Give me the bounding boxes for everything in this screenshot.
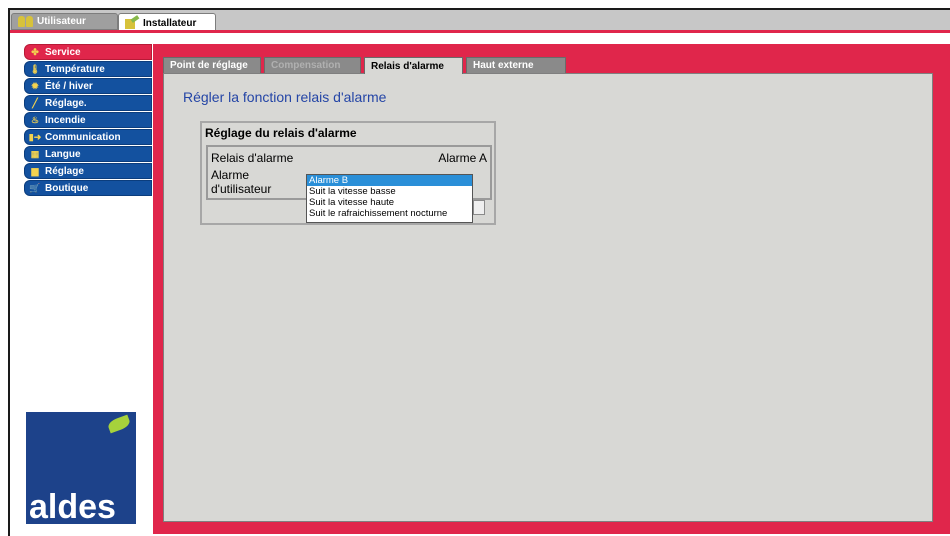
- sidebar-item-label: Communication: [45, 131, 121, 143]
- sidebar-item-label: Réglage: [45, 165, 84, 177]
- tab-label: Haut externe: [473, 60, 534, 71]
- sidebar-nav: ✤ Service 🌡 Température ✹ Été / hiver ╱ …: [24, 44, 152, 197]
- sidebar-item-label: Température: [45, 63, 105, 75]
- thermometer-icon: 🌡: [29, 63, 41, 74]
- settings-icon: ▆: [31, 165, 39, 176]
- sidebar-item-ete-hiver[interactable]: ✹ Été / hiver: [24, 78, 152, 94]
- sidebar-item-langue[interactable]: ▦ Langue: [24, 146, 152, 162]
- sidebar-item-boutique[interactable]: 🛒 Boutique: [24, 180, 152, 196]
- communication-icon: ▮➜: [28, 131, 42, 142]
- window-left-border: [8, 8, 10, 536]
- sidebar-item-label: Réglage.: [45, 97, 87, 109]
- dropdown-option[interactable]: Suit le rafraichissement nocturne: [307, 208, 472, 219]
- service-icon: ✤: [31, 46, 39, 57]
- wrench-icon: ╱: [32, 97, 38, 108]
- tab-haut-externe[interactable]: Haut externe: [466, 57, 566, 73]
- dropdown-option[interactable]: Suit la vitesse basse: [307, 186, 472, 197]
- tab-utilisateur-label: Utilisateur: [37, 16, 86, 27]
- tab-installateur-label: Installateur: [143, 17, 197, 29]
- language-icon: ▦: [30, 148, 40, 159]
- sun-icon: ✹: [31, 80, 39, 91]
- relais-value: Alarme A: [438, 151, 487, 165]
- sidebar-item-temperature[interactable]: 🌡 Température: [24, 61, 152, 77]
- tab-point-de-reglage[interactable]: Point de réglage: [163, 57, 261, 73]
- sidebar-item-label: Été / hiver: [45, 80, 93, 92]
- sidebar-item-communication[interactable]: ▮➜ Communication: [24, 129, 152, 145]
- dropdown-option[interactable]: Alarme B: [307, 175, 472, 186]
- sidebar-item-incendie[interactable]: ♨ Incendie: [24, 112, 152, 128]
- sidebar-item-label: Langue: [45, 148, 81, 160]
- user-alarm-label-line2: d'utilisateur: [211, 182, 272, 196]
- cart-icon: 🛒: [29, 182, 41, 193]
- page-title: Régler la fonction relais d'alarme: [183, 89, 387, 105]
- user-alarm-label-line1: Alarme: [211, 168, 250, 182]
- logo-text: aldes: [29, 488, 116, 526]
- apply-button[interactable]: [473, 200, 485, 215]
- tab-label: Compensation: [271, 60, 341, 71]
- group-title: Réglage du relais d'alarme: [205, 126, 357, 140]
- sidebar-item-label: Service: [45, 46, 81, 58]
- fire-icon: ♨: [30, 114, 40, 125]
- relais-label: Relais d'alarme: [211, 151, 294, 165]
- header-accent-line: [10, 30, 950, 33]
- sidebar-item-label: Boutique: [45, 182, 89, 194]
- user-alarm-dropdown[interactable]: Alarme B Suit la vitesse basse Suit la v…: [306, 174, 473, 223]
- tab-label: Relais d'alarme: [371, 60, 444, 72]
- user-alarm-label: Alarme d'utilisateur: [211, 168, 271, 196]
- aldes-logo: aldes: [26, 412, 136, 526]
- leaf-icon: [106, 414, 132, 434]
- dropdown-option[interactable]: Suit la vitesse haute: [307, 197, 472, 208]
- tab-label: Point de réglage: [170, 60, 248, 71]
- tab-utilisateur[interactable]: Utilisateur: [11, 13, 118, 30]
- users-icon: [18, 16, 33, 27]
- installer-icon: [125, 17, 139, 29]
- sidebar-item-service[interactable]: ✤ Service: [24, 44, 152, 60]
- sidebar-item-reglage-dot[interactable]: ╱ Réglage.: [24, 95, 152, 111]
- tab-relais-d-alarme[interactable]: Relais d'alarme: [364, 57, 463, 74]
- sidebar-item-label: Incendie: [45, 114, 86, 126]
- sidebar-item-reglage[interactable]: ▆ Réglage: [24, 163, 152, 179]
- tab-compensation: Compensation: [264, 57, 361, 73]
